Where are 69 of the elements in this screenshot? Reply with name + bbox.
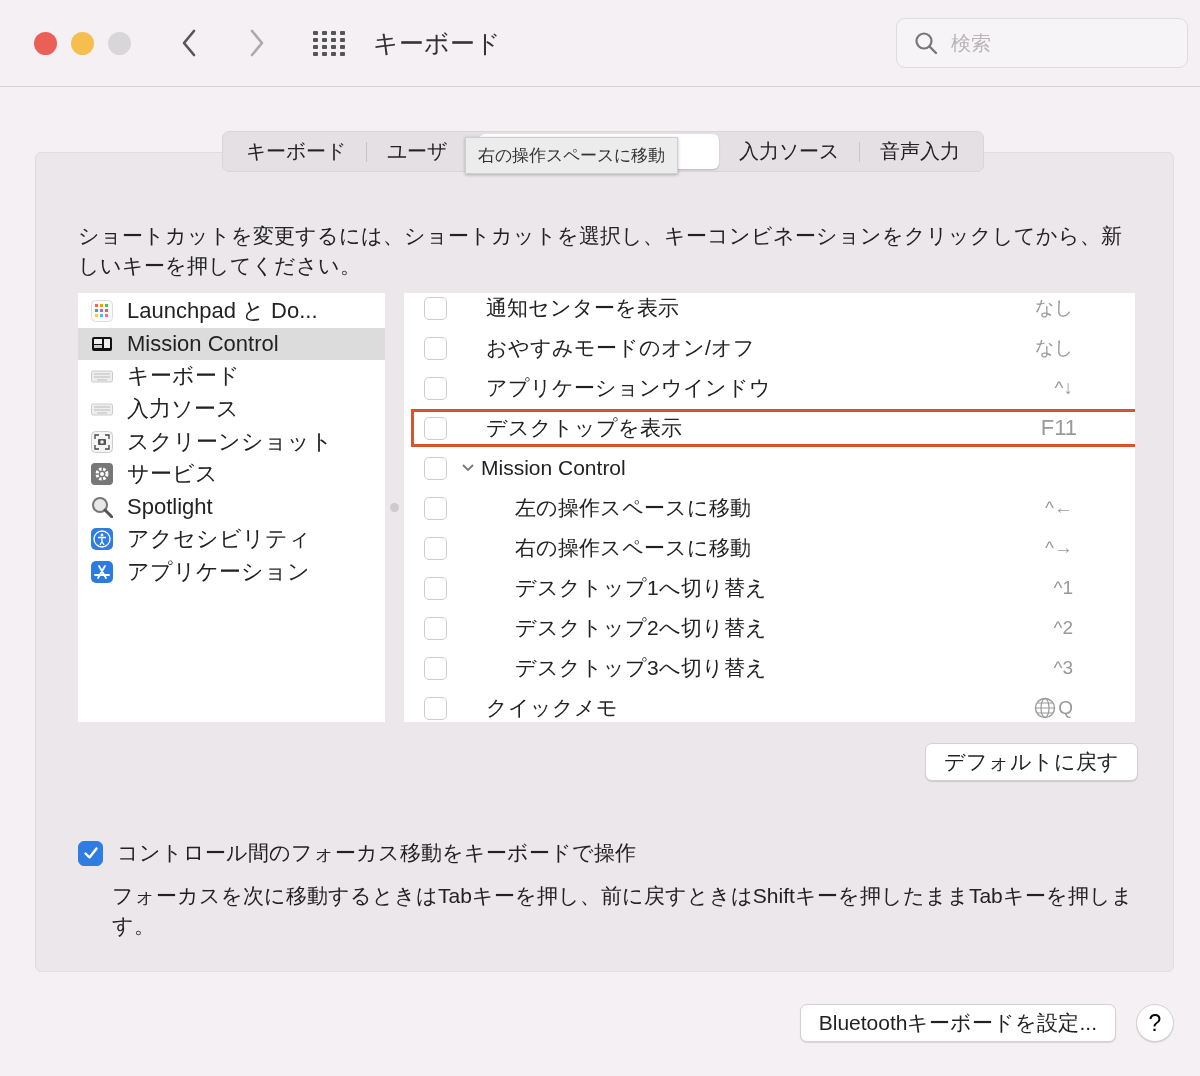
shortcut-name: 通知センターを表示: [486, 295, 679, 321]
shortcut-name: デスクトップ1へ切り替え: [515, 575, 767, 601]
grid-icon: [91, 300, 113, 323]
category-item[interactable]: アプリケーション: [78, 555, 385, 589]
checkbox[interactable]: [424, 456, 447, 480]
shortcut-keys: ^3: [1053, 657, 1073, 679]
shortcut-name: Mission Control: [481, 455, 626, 481]
checkbox[interactable]: [424, 696, 447, 720]
shortcut-name: デスクトップ2へ切り替え: [515, 615, 767, 641]
shortcut-name: 右の操作スペースに移動: [515, 535, 751, 561]
shortcut-keys: ^2: [1053, 617, 1073, 639]
checkmark-icon: [83, 847, 98, 859]
search-field[interactable]: 検索: [896, 18, 1188, 68]
note-text: フォーカスを次に移動するときはTabキーを押し、前に戻すときはShiftキーを押したままTabキーを押します。: [112, 883, 1134, 939]
shortcut-keys: F11: [1040, 415, 1077, 441]
checkbox[interactable]: [424, 616, 447, 640]
description-text: ショートカットを変更するには、ショートカットを選択し、キーコンビネーションをクリックしてから、新しいキーを押してください。: [78, 223, 1123, 279]
help-button[interactable]: ?: [1136, 1004, 1174, 1042]
shortcut-keys: ^→: [1045, 537, 1073, 559]
checkbox[interactable]: [424, 416, 447, 440]
chevron-icon[interactable]: [462, 464, 474, 472]
shortcut-keys: Q: [1034, 697, 1073, 719]
shortcut-keys: ^←: [1045, 497, 1073, 519]
checkbox-label: コントロール間のフォーカス移動をキーボードで操作: [117, 840, 636, 866]
shortcut-name: クイックメモ: [486, 695, 618, 721]
shortcut-keys: なし: [1035, 295, 1073, 321]
shortcut-name: アプリケーションウインドウ: [486, 375, 771, 401]
shortcut-name: 左の操作スペースに移動: [515, 495, 751, 521]
checkbox[interactable]: [424, 576, 447, 600]
camera-icon: [91, 430, 113, 453]
shortcut-keys: なし: [1035, 335, 1073, 361]
gear-icon: [91, 463, 113, 486]
tab[interactable]: 音声入力: [859, 134, 980, 169]
tab[interactable]: 入力ソース: [718, 134, 859, 169]
checkbox[interactable]: [78, 840, 103, 866]
tab[interactable]: キーボード: [225, 134, 366, 169]
bluetooth-setup-button[interactable]: Bluetoothキーボードを設定...: [799, 1004, 1116, 1042]
category-item[interactable]: スクリーンショット: [78, 425, 385, 458]
category-item[interactable]: Mission Control: [78, 327, 385, 361]
globe-icon: [1034, 697, 1057, 719]
category-item[interactable]: キーボード: [78, 360, 385, 393]
category-item[interactable]: Launchpad と Do...: [78, 295, 385, 328]
checkbox[interactable]: [424, 336, 447, 360]
shortcut-name: デスクトップを表示: [486, 415, 682, 441]
shortcut-name: おやすみモードのオン/オフ: [486, 335, 755, 361]
shortcut-keys: ^1: [1053, 577, 1073, 599]
accessibility-icon: [91, 528, 113, 551]
checkbox[interactable]: [424, 496, 447, 520]
grid-icon[interactable]: [313, 30, 345, 56]
checkbox[interactable]: [424, 376, 447, 400]
magnifier-icon: [91, 495, 113, 518]
category-item[interactable]: 入力ソース: [78, 392, 385, 426]
window-title: キーボード: [373, 27, 501, 59]
zoom-button[interactable]: [108, 31, 131, 55]
category-item[interactable]: サービス: [78, 457, 385, 491]
splitter-handle[interactable]: [390, 503, 399, 512]
restore-defaults-button[interactable]: デフォルトに戻す: [925, 743, 1138, 781]
category-item[interactable]: Spotlight: [78, 490, 385, 524]
tab[interactable]: ユーザ: [366, 134, 467, 169]
checkbox[interactable]: [424, 656, 447, 680]
category-item[interactable]: アクセシビリティ: [78, 523, 385, 556]
close-button[interactable]: [34, 31, 57, 55]
tooltip: 右の操作スペースに移動: [465, 137, 678, 174]
app-store-icon: [91, 561, 113, 584]
shortcut-name: デスクトップ3へ切り替え: [515, 655, 767, 681]
shortcut-keys: ^↓: [1054, 377, 1073, 399]
checkbox[interactable]: [424, 536, 447, 560]
minimize-button[interactable]: [71, 31, 94, 55]
checkbox[interactable]: [424, 296, 447, 320]
